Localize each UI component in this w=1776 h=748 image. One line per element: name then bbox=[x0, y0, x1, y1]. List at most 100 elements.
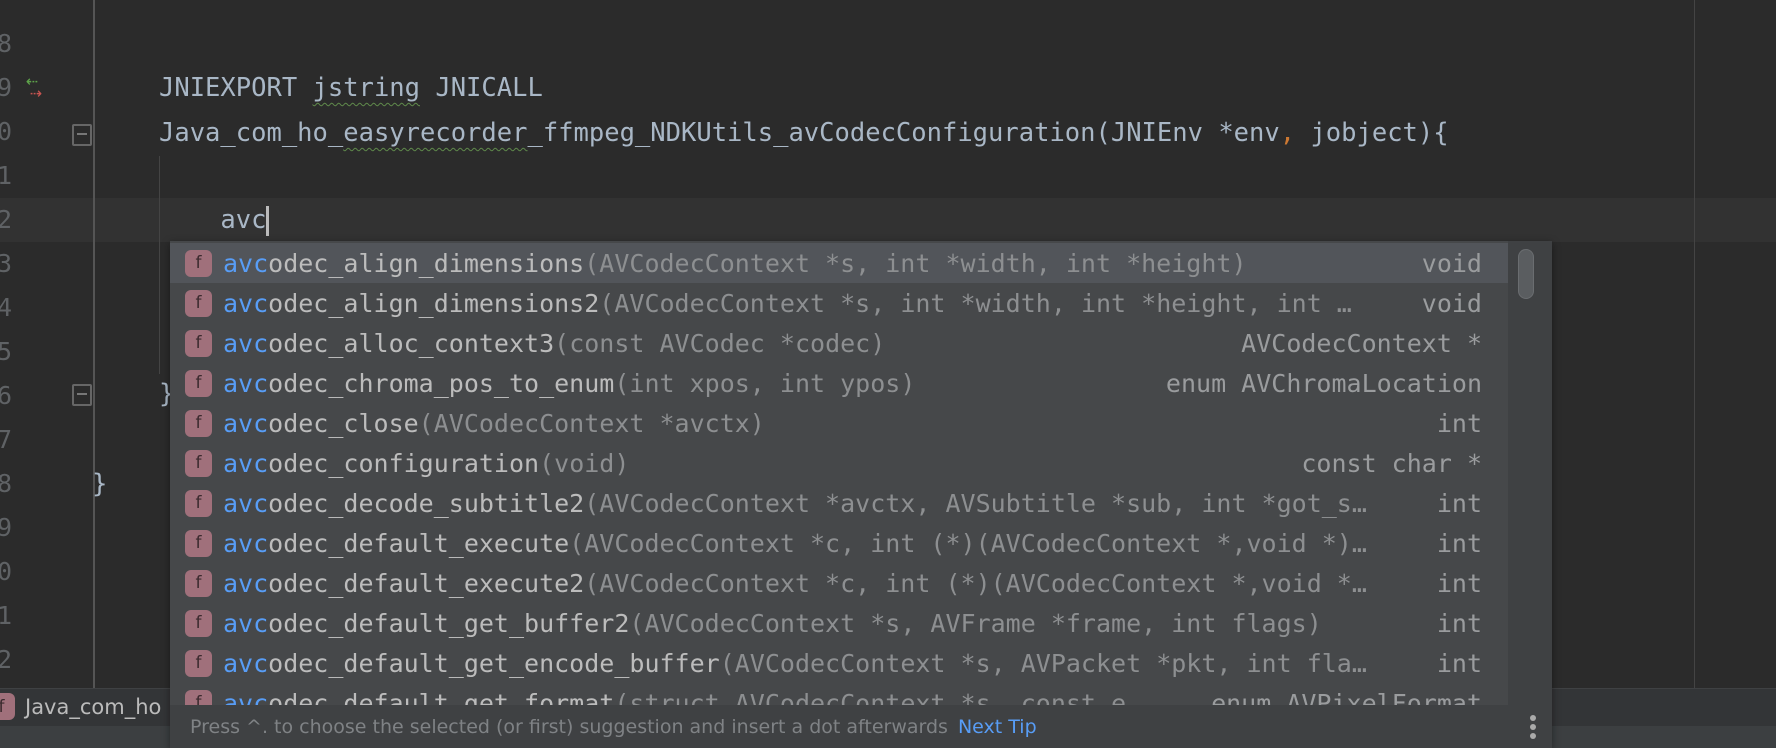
completion-footer: Press ^. to choose the selected (or firs… bbox=[170, 705, 1552, 748]
matched-prefix: avc bbox=[223, 648, 269, 678]
more-options-icon[interactable] bbox=[1530, 715, 1536, 742]
function-icon: f bbox=[185, 249, 212, 277]
item-params: (struct AVCodecContext *s, const e… bbox=[614, 688, 1142, 706]
item-return-type: int bbox=[1436, 528, 1482, 558]
item-params: (AVCodecContext *c, int (*)(AVCodecConte… bbox=[569, 528, 1367, 558]
completion-item[interactable]: f avc odec_align_dimensions (AVCodecContext… bbox=[170, 243, 1508, 283]
item-name: odec_decode_subtitle2 bbox=[268, 488, 585, 518]
completion-popup: f avc odec_align_dimensions (AVCodecContext… bbox=[170, 241, 1552, 748]
item-return-type: void bbox=[1421, 248, 1482, 278]
item-return-type: int bbox=[1436, 408, 1482, 438]
matched-prefix: avc bbox=[223, 328, 269, 358]
implementation-marker-icon[interactable]: ⇠ ⇢ bbox=[26, 70, 42, 102]
function-icon: f bbox=[185, 689, 212, 705]
line-number: 0 bbox=[0, 117, 12, 146]
function-icon: f bbox=[185, 369, 212, 397]
footer-hint: Press ^. to choose the selected (or firs… bbox=[190, 715, 948, 738]
item-name: odec_default_get_format bbox=[268, 688, 615, 706]
item-name: odec_default_get_encode_buffer bbox=[268, 648, 720, 678]
line-number: 0 bbox=[0, 557, 12, 586]
code-line[interactable]: } bbox=[92, 462, 107, 506]
item-name: odec_close bbox=[268, 408, 419, 438]
function-icon: f bbox=[185, 529, 212, 557]
item-return-type: enum AVPixelFormat bbox=[1211, 688, 1482, 706]
item-return-type: int bbox=[1436, 568, 1482, 598]
completion-item[interactable]: f avc odec_alloc_context3 (const AVCodec *c… bbox=[170, 323, 1508, 363]
line-number: 3 bbox=[0, 249, 12, 278]
right-margin-guide bbox=[1694, 0, 1695, 690]
scrollbar[interactable] bbox=[1508, 241, 1552, 705]
item-params: (AVCodecContext *avctx, AVSubtitle *sub,… bbox=[584, 488, 1367, 518]
breadcrumb-label: Java_com_ho bbox=[25, 694, 162, 719]
completion-item[interactable]: f avc odec_close (AVCodecContext *avctx) int bbox=[170, 403, 1508, 443]
line-number: 7 bbox=[0, 425, 12, 454]
line-number: 8 bbox=[0, 469, 12, 498]
completion-item[interactable]: f avc odec_default_get_format (struct AVCod… bbox=[170, 683, 1508, 705]
item-params: (const AVCodec *codec) bbox=[554, 328, 886, 358]
matched-prefix: avc bbox=[223, 568, 269, 598]
item-return-type: int bbox=[1436, 648, 1482, 678]
item-name: odec_default_execute bbox=[268, 528, 570, 558]
matched-prefix: avc bbox=[223, 368, 269, 398]
matched-prefix: avc bbox=[223, 528, 269, 558]
item-params: (int xpos, int ypos) bbox=[614, 368, 916, 398]
item-params: (AVCodecContext *s, int *width, int *hei… bbox=[599, 288, 1352, 318]
code-line-current[interactable]: avc bbox=[159, 198, 270, 242]
breadcrumb-item[interactable]: f Java_com_ho bbox=[0, 693, 161, 720]
item-name: odec_alloc_context3 bbox=[268, 328, 555, 358]
indent-guide bbox=[159, 156, 160, 374]
function-icon: f bbox=[185, 329, 212, 357]
function-icon: f bbox=[185, 649, 212, 677]
line-number: 2 bbox=[0, 645, 12, 674]
matched-prefix: avc bbox=[223, 448, 269, 478]
completion-item[interactable]: f avc odec_decode_subtitle2 (AVCodecContext… bbox=[170, 483, 1508, 523]
function-icon: f bbox=[0, 693, 15, 720]
fold-marker-icon[interactable] bbox=[72, 384, 92, 406]
completion-item[interactable]: f avc odec_default_execute2 (AVCodecContext… bbox=[170, 563, 1508, 603]
function-icon: f bbox=[185, 289, 212, 317]
code-line[interactable]: JNIEXPORT jstring JNICALL bbox=[159, 66, 543, 110]
completion-item[interactable]: f avc odec_default_get_encode_buffer (AVCod… bbox=[170, 643, 1508, 683]
matched-prefix: avc bbox=[223, 248, 269, 278]
item-params: (AVCodecContext *s, AVPacket *pkt, int f… bbox=[719, 648, 1367, 678]
line-number: 9 bbox=[0, 513, 12, 542]
item-return-type: void bbox=[1421, 288, 1482, 318]
item-name: odec_align_dimensions2 bbox=[268, 288, 600, 318]
item-params: (AVCodecContext *s, int *width, int *hei… bbox=[584, 248, 1247, 278]
item-return-type: enum AVChromaLocation bbox=[1165, 368, 1482, 398]
code-line[interactable]: Java_com_ho_easyrecorder_ffmpeg_NDKUtils… bbox=[159, 111, 1449, 155]
matched-prefix: avc bbox=[223, 608, 269, 638]
item-return-type: AVCodecContext * bbox=[1241, 328, 1482, 358]
matched-prefix: avc bbox=[223, 688, 269, 706]
completion-item[interactable]: f avc odec_default_execute (AVCodecContext … bbox=[170, 523, 1508, 563]
fold-marker-icon[interactable] bbox=[72, 124, 92, 146]
item-name: odec_default_execute2 bbox=[268, 568, 585, 598]
gutter-divider bbox=[93, 0, 95, 690]
completion-item[interactable]: f avc odec_chroma_pos_to_enum (int xpos, in… bbox=[170, 363, 1508, 403]
line-number: 9 bbox=[0, 73, 12, 102]
item-return-type: int bbox=[1436, 488, 1482, 518]
item-name: odec_align_dimensions bbox=[268, 248, 585, 278]
completion-item[interactable]: f avc odec_configuration (void) const char * bbox=[170, 443, 1508, 483]
item-return-type: int bbox=[1436, 608, 1482, 638]
line-number: 8 bbox=[0, 29, 12, 58]
scrollbar-thumb[interactable] bbox=[1518, 249, 1534, 299]
item-params: (AVCodecContext *s, AVFrame *frame, int … bbox=[629, 608, 1322, 638]
item-params: (void) bbox=[539, 448, 630, 478]
text-caret bbox=[266, 206, 270, 236]
function-icon: f bbox=[185, 489, 212, 517]
function-icon: f bbox=[185, 609, 212, 637]
item-name: odec_configuration bbox=[268, 448, 540, 478]
item-params: (AVCodecContext *c, int (*)(AVCodecConte… bbox=[584, 568, 1367, 598]
matched-prefix: avc bbox=[223, 288, 269, 318]
function-icon: f bbox=[185, 449, 212, 477]
next-tip-link[interactable]: Next Tip bbox=[958, 716, 1037, 738]
line-number: 5 bbox=[0, 337, 12, 366]
item-name: odec_chroma_pos_to_enum bbox=[268, 368, 615, 398]
function-icon: f bbox=[185, 409, 212, 437]
completion-item[interactable]: f avc odec_default_get_buffer2 (AVCodecCont… bbox=[170, 603, 1508, 643]
completion-item[interactable]: f avc odec_align_dimensions2 (AVCodecContex… bbox=[170, 283, 1508, 323]
line-number: 4 bbox=[0, 293, 12, 322]
function-icon: f bbox=[185, 569, 212, 597]
item-return-type: const char * bbox=[1301, 448, 1482, 478]
